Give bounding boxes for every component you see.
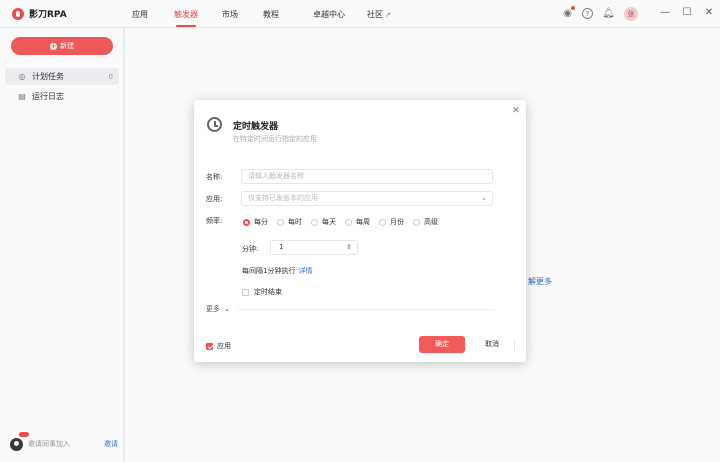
freq-option-label: 月份 bbox=[390, 218, 404, 226]
app-select[interactable]: 仅支持已发版本的应用 ⌄ bbox=[241, 191, 493, 206]
apply-label: 应用 bbox=[217, 342, 231, 350]
radio-icon bbox=[277, 218, 284, 226]
freq-option-label: 每天 bbox=[322, 218, 336, 226]
radio-icon bbox=[311, 218, 318, 226]
more-label: 更多 bbox=[206, 305, 220, 313]
freq-option-label: 每周 bbox=[356, 218, 370, 226]
stepper-arrows-icon[interactable]: ⇕ bbox=[346, 241, 352, 254]
end-time-checkbox[interactable]: 定时结束 bbox=[242, 287, 282, 297]
apply-checkbox[interactable]: 应用 bbox=[206, 341, 231, 351]
confirm-button[interactable]: 确定 bbox=[419, 336, 465, 353]
dialog-title: 定时触发器 bbox=[233, 122, 279, 132]
detail-link[interactable]: 详情 bbox=[298, 267, 312, 275]
freq-option-week[interactable]: 每周 bbox=[345, 217, 379, 227]
frequency-label: 频率: bbox=[206, 217, 223, 225]
freq-option-advanced[interactable]: 高级 bbox=[413, 217, 447, 227]
chevron-down-icon: ⌄ bbox=[224, 305, 230, 313]
checkbox-icon bbox=[242, 288, 249, 296]
radio-icon bbox=[413, 218, 420, 226]
dialog-subtitle: 在特定时间运行指定的应用 bbox=[233, 135, 317, 143]
name-input[interactable]: 请输入触发器名称 bbox=[241, 169, 493, 184]
freq-option-label: 每时 bbox=[288, 218, 302, 226]
end-time-label: 定时结束 bbox=[254, 288, 282, 296]
freq-option-label: 每分 bbox=[254, 218, 268, 226]
name-label: 名称: bbox=[206, 173, 223, 181]
chevron-down-icon: ⌄ bbox=[481, 194, 487, 202]
minute-label: 分钟: bbox=[242, 245, 259, 253]
frequency-options: 每分 每时 每天 每周 月份 高级 bbox=[243, 217, 447, 227]
freq-option-month[interactable]: 月份 bbox=[379, 217, 413, 227]
freq-option-label: 高级 bbox=[424, 218, 438, 226]
radio-icon bbox=[345, 218, 352, 226]
freq-option-day[interactable]: 每天 bbox=[311, 217, 345, 227]
radio-icon bbox=[243, 218, 250, 226]
alarm-clock-icon bbox=[207, 117, 222, 132]
interval-text: 每间隔1分钟执行 bbox=[242, 267, 296, 275]
minute-value: 1 bbox=[279, 243, 284, 251]
checkbox-checked-icon bbox=[206, 342, 213, 350]
divider bbox=[238, 309, 494, 310]
freq-option-hour[interactable]: 每时 bbox=[277, 217, 311, 227]
interval-description: 每间隔1分钟执行 详情 bbox=[242, 266, 312, 276]
cancel-button[interactable]: 取消 bbox=[469, 336, 515, 353]
radio-icon bbox=[379, 218, 386, 226]
minute-stepper[interactable]: 1 ⇕ bbox=[270, 240, 358, 255]
dialog-close-icon[interactable]: ✕ bbox=[512, 106, 520, 116]
timer-trigger-dialog: ✕ 定时触发器 在特定时间运行指定的应用 名称: 请输入触发器名称 应用: 仅支… bbox=[194, 100, 526, 362]
freq-option-minute[interactable]: 每分 bbox=[243, 217, 277, 227]
app-select-placeholder: 仅支持已发版本的应用 bbox=[248, 194, 318, 202]
divider bbox=[514, 340, 515, 351]
app-label: 应用: bbox=[206, 195, 223, 203]
more-toggle[interactable]: 更多 ⌄ bbox=[206, 304, 230, 314]
